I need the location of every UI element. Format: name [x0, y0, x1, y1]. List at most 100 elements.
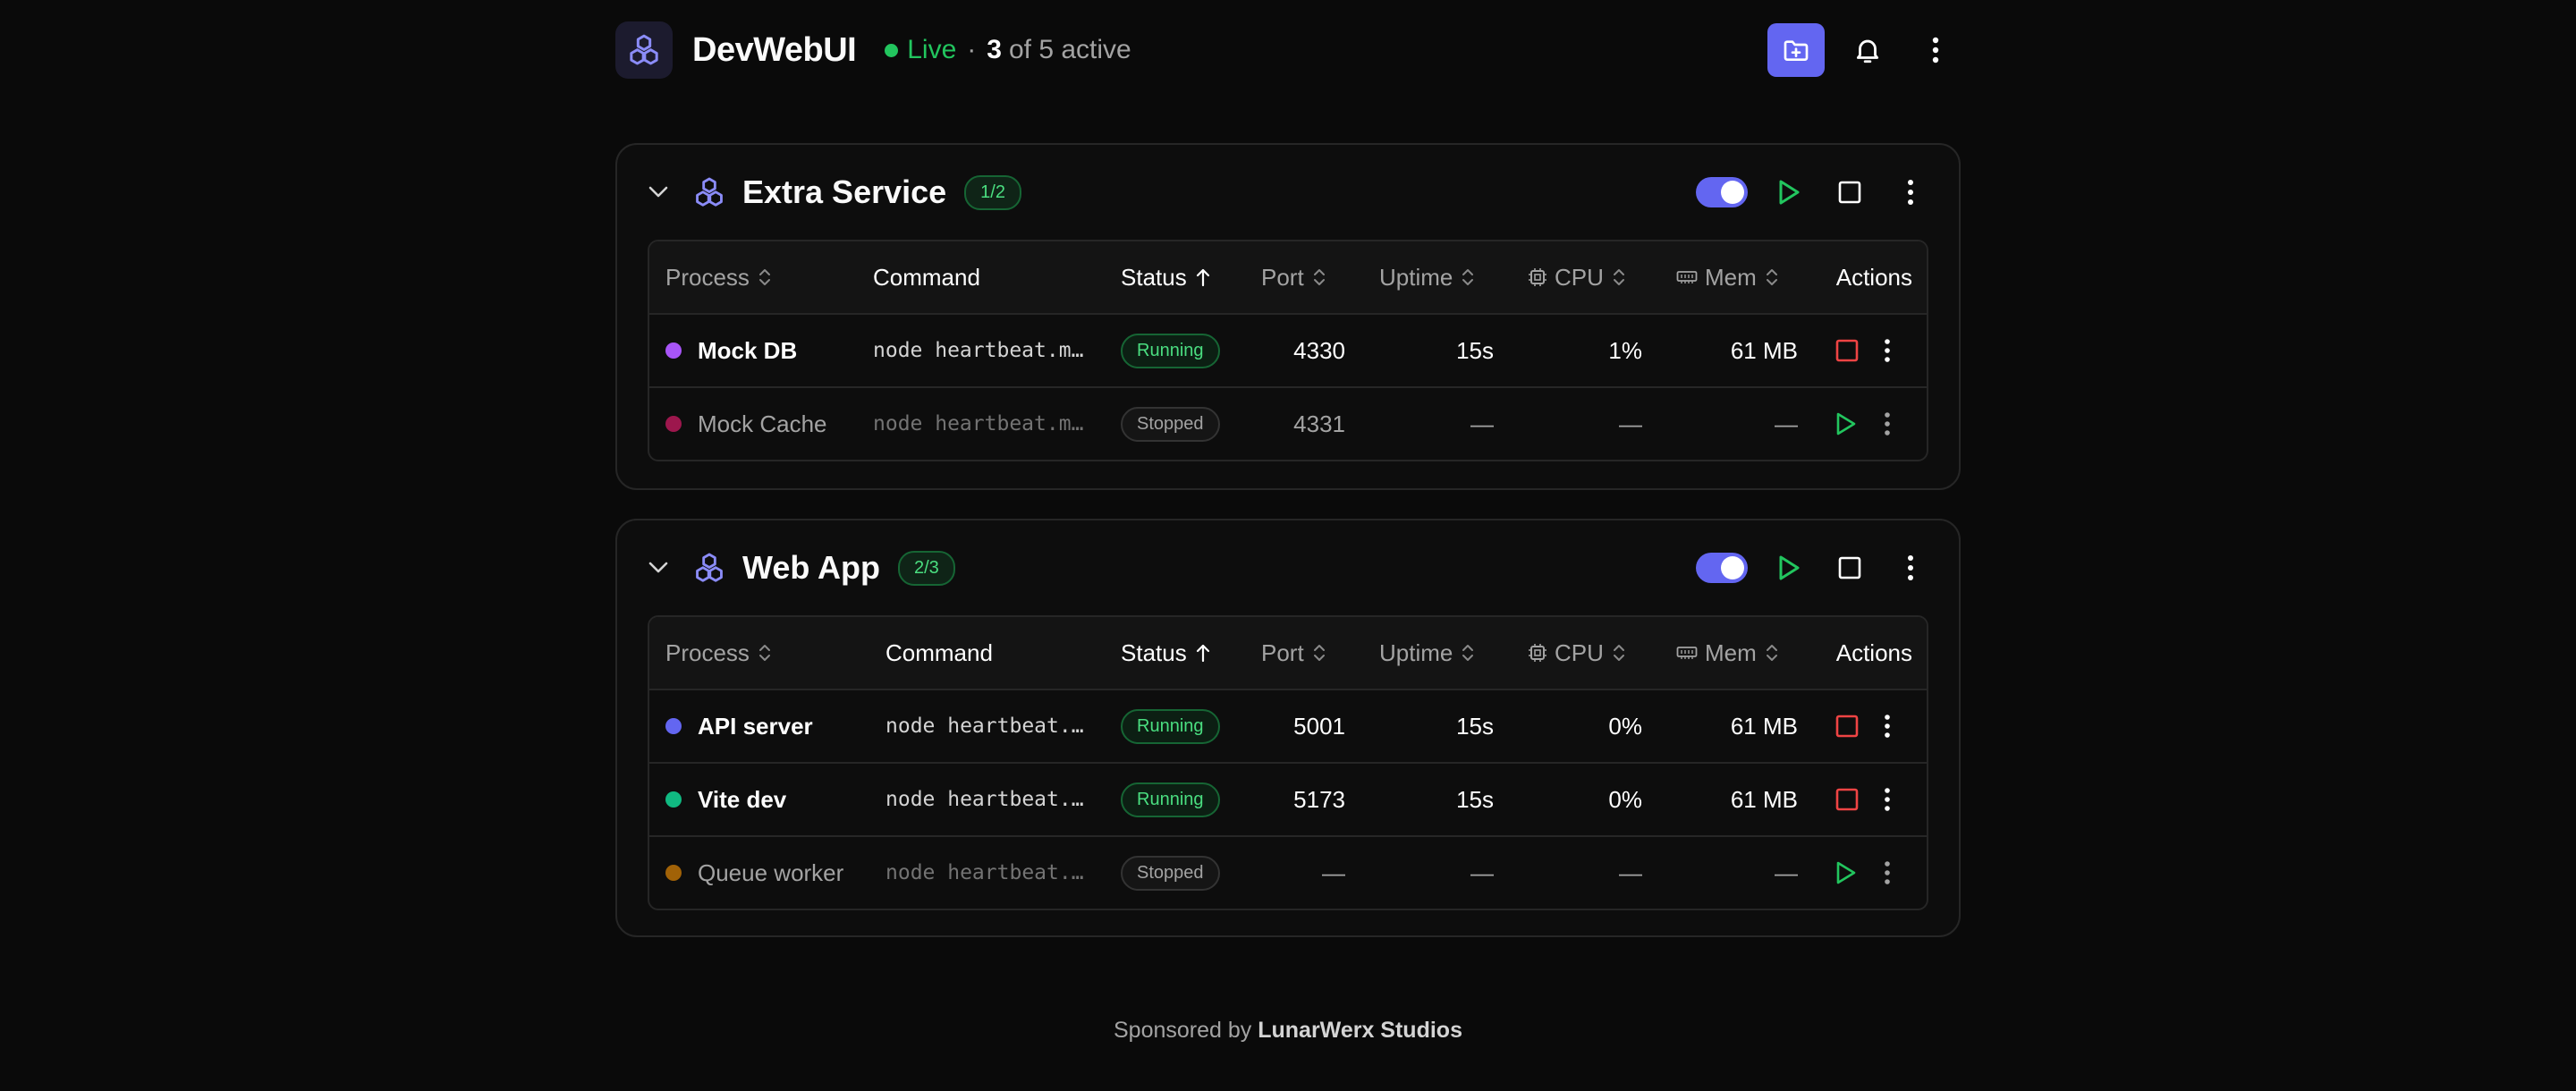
col-cpu[interactable]: CPU [1528, 241, 1625, 313]
stop-icon [1838, 181, 1861, 204]
col-port[interactable]: Port [1261, 617, 1326, 689]
sort-icon [1766, 269, 1777, 285]
process-mem: 61 MB [1730, 785, 1798, 813]
process-uptime: — [1470, 858, 1494, 886]
more-vertical-icon [1885, 861, 1890, 884]
sort-icon [1313, 269, 1325, 285]
process-color-dot [665, 865, 682, 881]
sort-icon [758, 269, 770, 285]
process-command: node heartbeat.mjs [873, 412, 1092, 436]
table-row: Queue worker node heartbeat.mjs Stopped … [649, 835, 1927, 909]
sort-ascending-icon [1196, 268, 1209, 287]
process-name[interactable]: Vite dev [698, 786, 786, 814]
process-mem: 61 MB [1730, 336, 1798, 364]
group-enabled-toggle[interactable] [1696, 177, 1748, 207]
table-row: Mock Cache node heartbeat.mjs Stopped 43… [649, 386, 1927, 460]
process-port: — [1322, 858, 1345, 886]
process-menu-button[interactable] [1884, 837, 1891, 909]
col-process[interactable]: Process [665, 617, 771, 689]
sort-icon [1462, 645, 1474, 661]
start-process-button[interactable] [1835, 388, 1857, 460]
app-header: DevWebUI Live · 3 of 5 active [615, 0, 1961, 100]
col-status[interactable]: Status [1121, 617, 1210, 689]
col-process[interactable]: Process [665, 241, 771, 313]
process-menu-button[interactable] [1884, 764, 1891, 835]
chevron-down-icon [648, 562, 668, 573]
more-vertical-icon [1885, 715, 1890, 738]
col-mem[interactable]: Mem [1676, 241, 1778, 313]
process-port: 4331 [1293, 410, 1345, 437]
cpu-icon [1529, 268, 1546, 286]
stop-icon [1835, 788, 1859, 811]
app-logo [615, 21, 673, 79]
process-name[interactable]: Queue worker [698, 859, 843, 887]
process-menu-button[interactable] [1884, 388, 1891, 460]
process-cpu: 0% [1608, 712, 1642, 740]
stop-process-button[interactable] [1835, 764, 1859, 835]
stop-process-button[interactable] [1835, 315, 1859, 386]
cubes-icon [696, 553, 723, 582]
col-actions: Actions [1835, 639, 1912, 666]
app-menu-button[interactable] [1911, 25, 1961, 75]
col-cpu[interactable]: CPU [1528, 617, 1625, 689]
footer-prefix: Sponsored by [1114, 1018, 1252, 1043]
status-badge: Stopped [1121, 406, 1220, 442]
notifications-button[interactable] [1843, 25, 1893, 75]
process-command: node heartbeat.mjs [886, 788, 1091, 811]
start-group-button[interactable] [1769, 548, 1809, 588]
process-uptime: 15s [1456, 336, 1494, 364]
process-color-dot [665, 791, 682, 808]
memory-icon [1676, 647, 1698, 659]
cubes-icon [630, 34, 658, 65]
collapse-toggle[interactable] [644, 178, 673, 207]
group-menu-button[interactable] [1891, 173, 1930, 212]
process-cpu: — [1619, 410, 1642, 437]
col-status[interactable]: Status [1121, 241, 1210, 313]
col-command: Command [886, 639, 993, 666]
more-vertical-icon [1932, 37, 1939, 63]
sort-icon [1613, 269, 1624, 285]
add-project-button[interactable] [1767, 23, 1825, 77]
process-name[interactable]: API server [698, 713, 813, 740]
process-name[interactable]: Mock DB [698, 337, 797, 365]
more-vertical-icon [1885, 788, 1890, 811]
footer: Sponsored by LunarWerx Studios [0, 1018, 2576, 1044]
group-enabled-toggle[interactable] [1696, 553, 1748, 583]
sort-icon [1613, 645, 1624, 661]
table-row: API server node heartbeat.mjs Running 50… [649, 689, 1927, 762]
cubes-icon [696, 177, 723, 207]
status-badge: Running [1121, 708, 1220, 744]
collapse-toggle[interactable] [644, 554, 673, 582]
sponsor-link[interactable]: LunarWerx Studios [1258, 1018, 1462, 1043]
process-command: node heartbeat.mjs [873, 339, 1092, 362]
start-group-button[interactable] [1769, 173, 1809, 212]
stop-group-button[interactable] [1830, 173, 1869, 212]
col-mem[interactable]: Mem [1676, 617, 1778, 689]
process-color-dot [665, 718, 682, 734]
process-command: node heartbeat.mjs [886, 715, 1091, 738]
start-process-button[interactable] [1835, 837, 1857, 909]
process-menu-button[interactable] [1884, 690, 1891, 762]
col-uptime[interactable]: Uptime [1379, 617, 1474, 689]
sort-icon [1766, 645, 1777, 661]
more-vertical-icon [1908, 180, 1913, 205]
more-vertical-icon [1885, 339, 1890, 362]
process-uptime: 15s [1456, 712, 1494, 740]
group-menu-button[interactable] [1891, 548, 1930, 588]
process-port: 4330 [1293, 336, 1345, 364]
process-name[interactable]: Mock Cache [698, 410, 827, 438]
bell-icon [1856, 39, 1879, 63]
process-table: Process Command Status Port Uptime CPU M… [648, 615, 1928, 910]
group-card: Extra Service 1/2 Process Command Status [615, 143, 1961, 490]
stop-group-button[interactable] [1830, 548, 1869, 588]
col-port[interactable]: Port [1261, 241, 1326, 313]
live-label: Live [907, 35, 957, 64]
sort-icon [1462, 269, 1474, 285]
live-status: Live · 3 of 5 active [885, 35, 1131, 65]
process-menu-button[interactable] [1884, 315, 1891, 386]
group-icon [692, 551, 726, 585]
live-indicator [885, 43, 899, 57]
stop-process-button[interactable] [1835, 690, 1859, 762]
play-icon [1779, 180, 1800, 205]
col-uptime[interactable]: Uptime [1379, 241, 1474, 313]
